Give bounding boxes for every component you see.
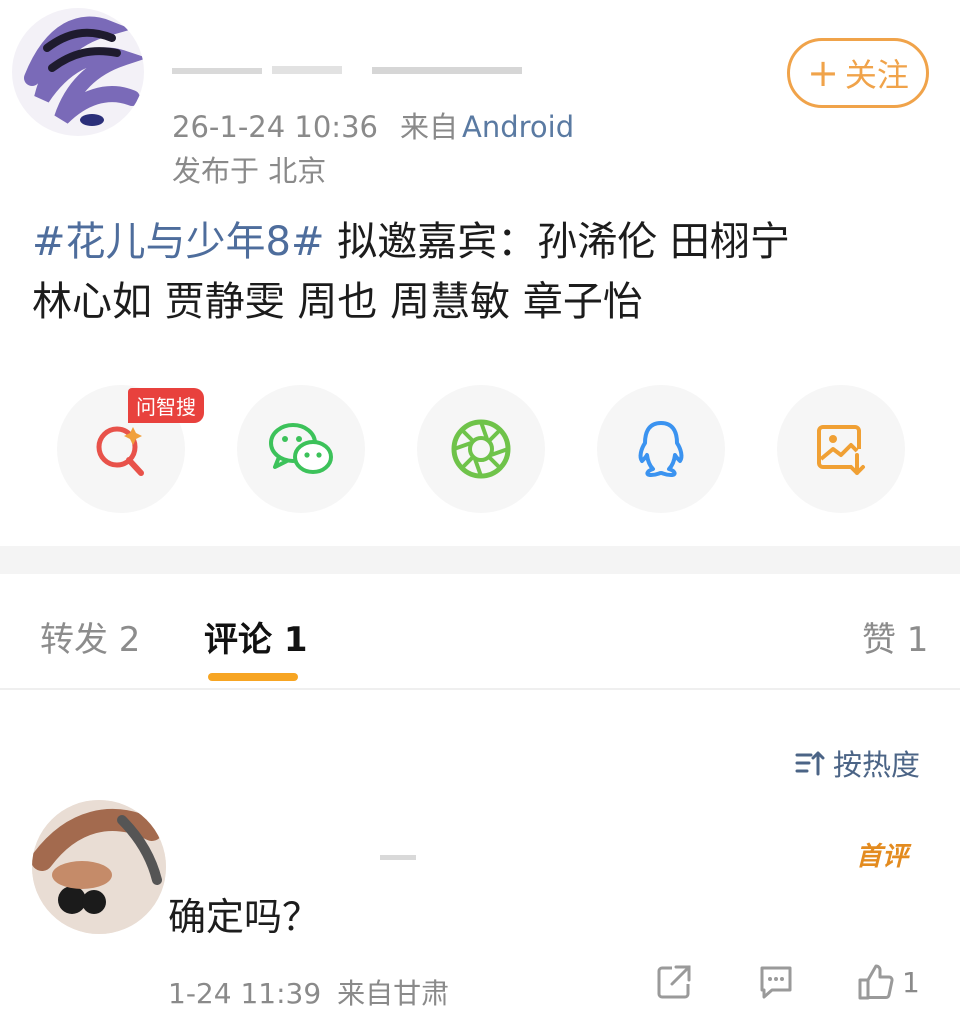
post-text-line1: 拟邀嘉宾：孙浠伦 田栩宁 — [337, 219, 790, 265]
share-wechat-button[interactable] — [237, 385, 365, 513]
wechat-icon — [269, 423, 333, 474]
sort-button[interactable]: 按热度 — [795, 742, 920, 784]
share-icon — [657, 965, 691, 999]
post-source-prefix: 来自 — [399, 110, 458, 144]
follow-button[interactable]: + 关注 — [787, 38, 929, 108]
comment-time: 1-24 11:39 — [168, 977, 322, 1010]
comment-icon — [760, 966, 792, 999]
post-content: #花儿与少年8# 拟邀嘉宾：孙浠伦 田栩宁 林心如 贾静雯 周也 周慧敏 章子怡 — [32, 212, 932, 332]
post-location: 发布于 北京 — [172, 154, 327, 188]
post-text-line2: 林心如 贾静雯 周也 周慧敏 章子怡 — [32, 279, 643, 325]
tabs-divider — [0, 688, 960, 690]
comment-share-button[interactable] — [654, 962, 694, 1002]
post-timestamp: 26-1-24 10:36 — [172, 110, 378, 144]
tab-likes[interactable]: 赞 1 — [862, 612, 928, 661]
ai-search-icon — [96, 426, 144, 476]
tab-repost[interactable]: 转发 2 — [40, 612, 140, 661]
active-tab-indicator — [208, 673, 298, 681]
commenter-name-redacted[interactable] — [380, 850, 420, 866]
section-divider — [0, 546, 960, 574]
comment-reply-button[interactable] — [756, 962, 796, 1002]
share-qq-button[interactable] — [597, 385, 725, 513]
qq-icon — [638, 421, 684, 477]
save-image-button[interactable] — [777, 385, 905, 513]
comment-text: 确定吗？ — [168, 895, 321, 939]
author-avatar[interactable] — [12, 8, 144, 136]
moments-icon — [451, 419, 511, 479]
ai-search-badge: 问智搜 — [128, 388, 204, 423]
share-moments-button[interactable] — [417, 385, 545, 513]
sort-label: 按热度 — [833, 748, 921, 782]
comment-meta: 1-24 11:39 来自甘肃 — [168, 972, 449, 1012]
follow-label: 关注 — [844, 56, 909, 94]
comment-actions: 1 — [650, 962, 950, 1012]
post-source: Android — [462, 110, 575, 144]
commenter-avatar[interactable] — [32, 800, 166, 934]
comment-like-button[interactable]: 1 — [856, 962, 920, 1002]
thumbs-up-icon — [858, 964, 894, 1000]
save-image-icon — [817, 425, 865, 475]
hashtag-link[interactable]: #花儿与少年8# — [32, 219, 324, 265]
post-meta: 26-1-24 10:36 来自 Android — [172, 104, 574, 146]
author-name-redacted[interactable] — [172, 58, 532, 84]
first-comment-badge: 首评 — [856, 842, 909, 872]
plus-icon: + — [807, 51, 839, 95]
like-count: 1 — [902, 965, 920, 999]
tab-comments[interactable]: 评论 1 — [204, 612, 308, 661]
comment-location: 来自甘肃 — [337, 977, 450, 1010]
sort-icon — [795, 751, 825, 776]
